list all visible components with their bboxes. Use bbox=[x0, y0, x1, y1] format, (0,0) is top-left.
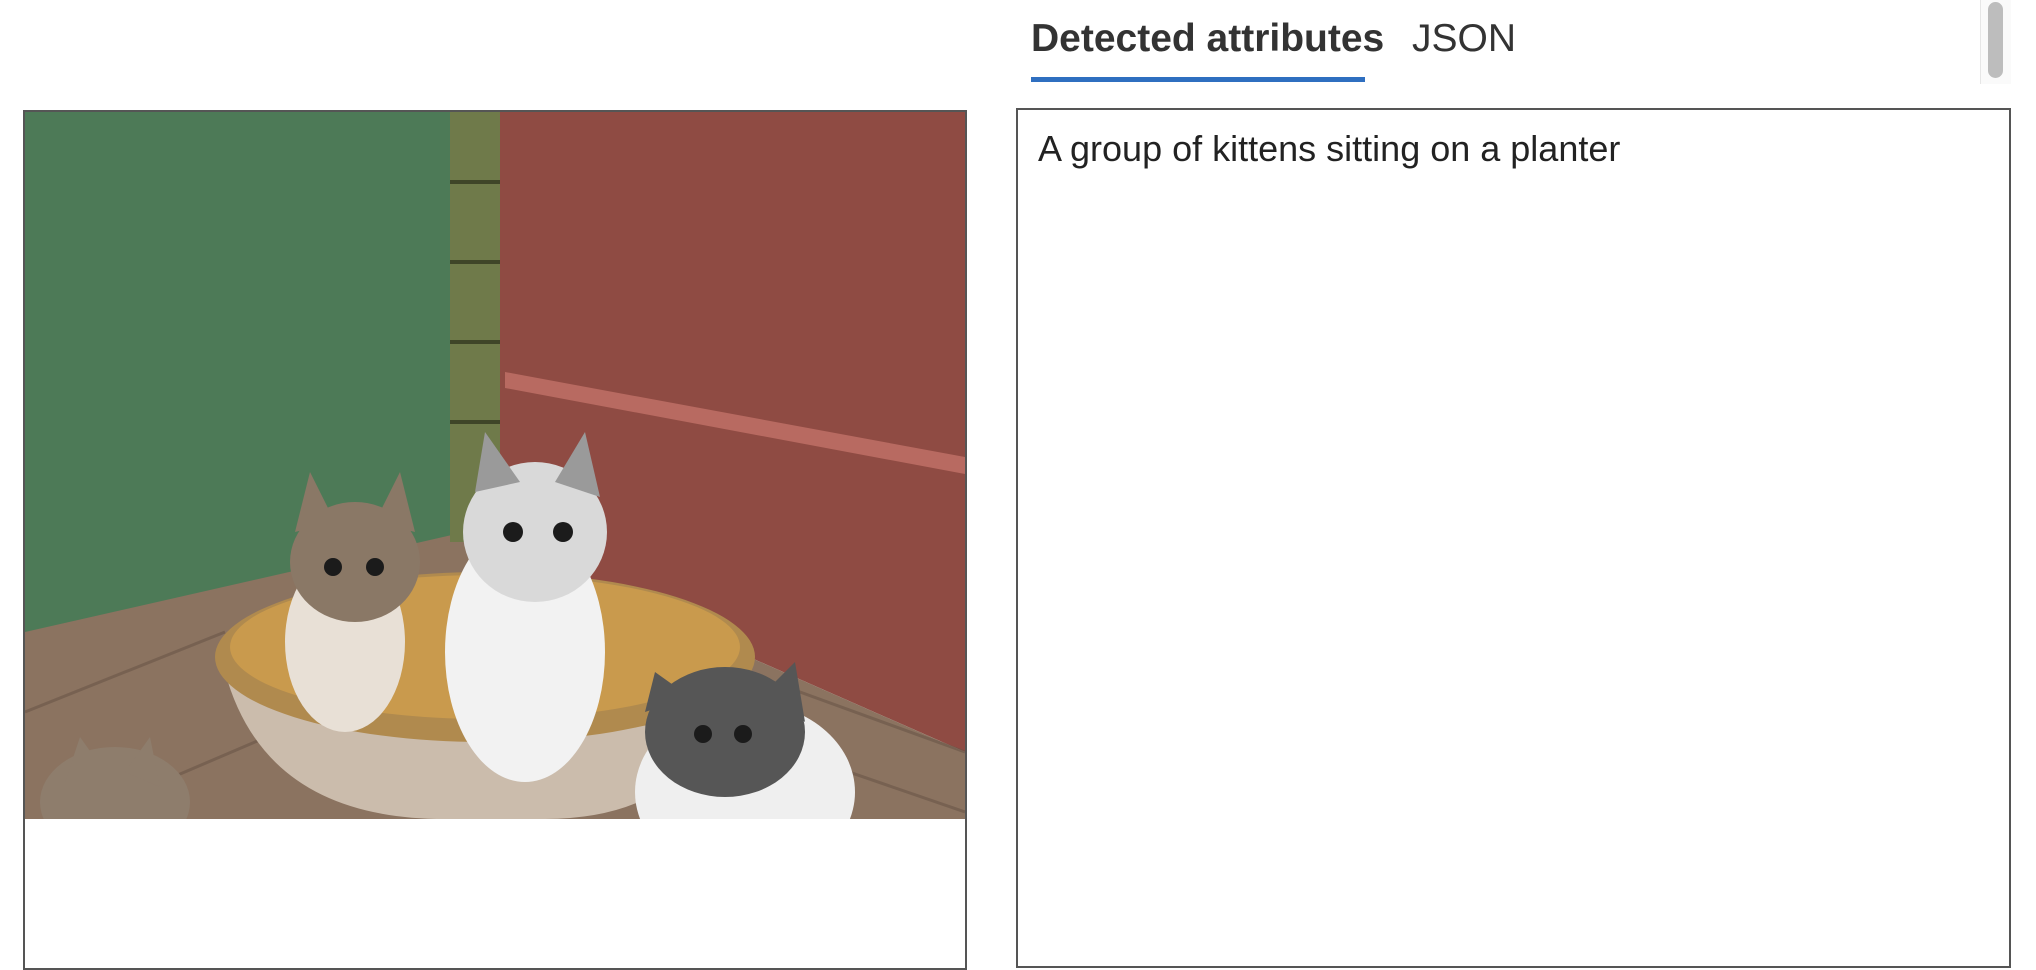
image-preview-panel bbox=[23, 110, 967, 970]
caption-text: A group of kittens sitting on a planter bbox=[1038, 128, 1621, 169]
result-tabs: Detected attributes JSON bbox=[1031, 0, 1981, 84]
detected-attributes-panel: A group of kittens sitting on a planter bbox=[1016, 108, 2011, 968]
scrollbar-thumb[interactable] bbox=[1988, 2, 2003, 78]
tab-json[interactable]: JSON bbox=[1412, 14, 1516, 80]
active-tab-indicator bbox=[1031, 77, 1365, 82]
tab-detected-attributes[interactable]: Detected attributes bbox=[1031, 14, 1384, 80]
kittens-photo bbox=[25, 112, 965, 819]
